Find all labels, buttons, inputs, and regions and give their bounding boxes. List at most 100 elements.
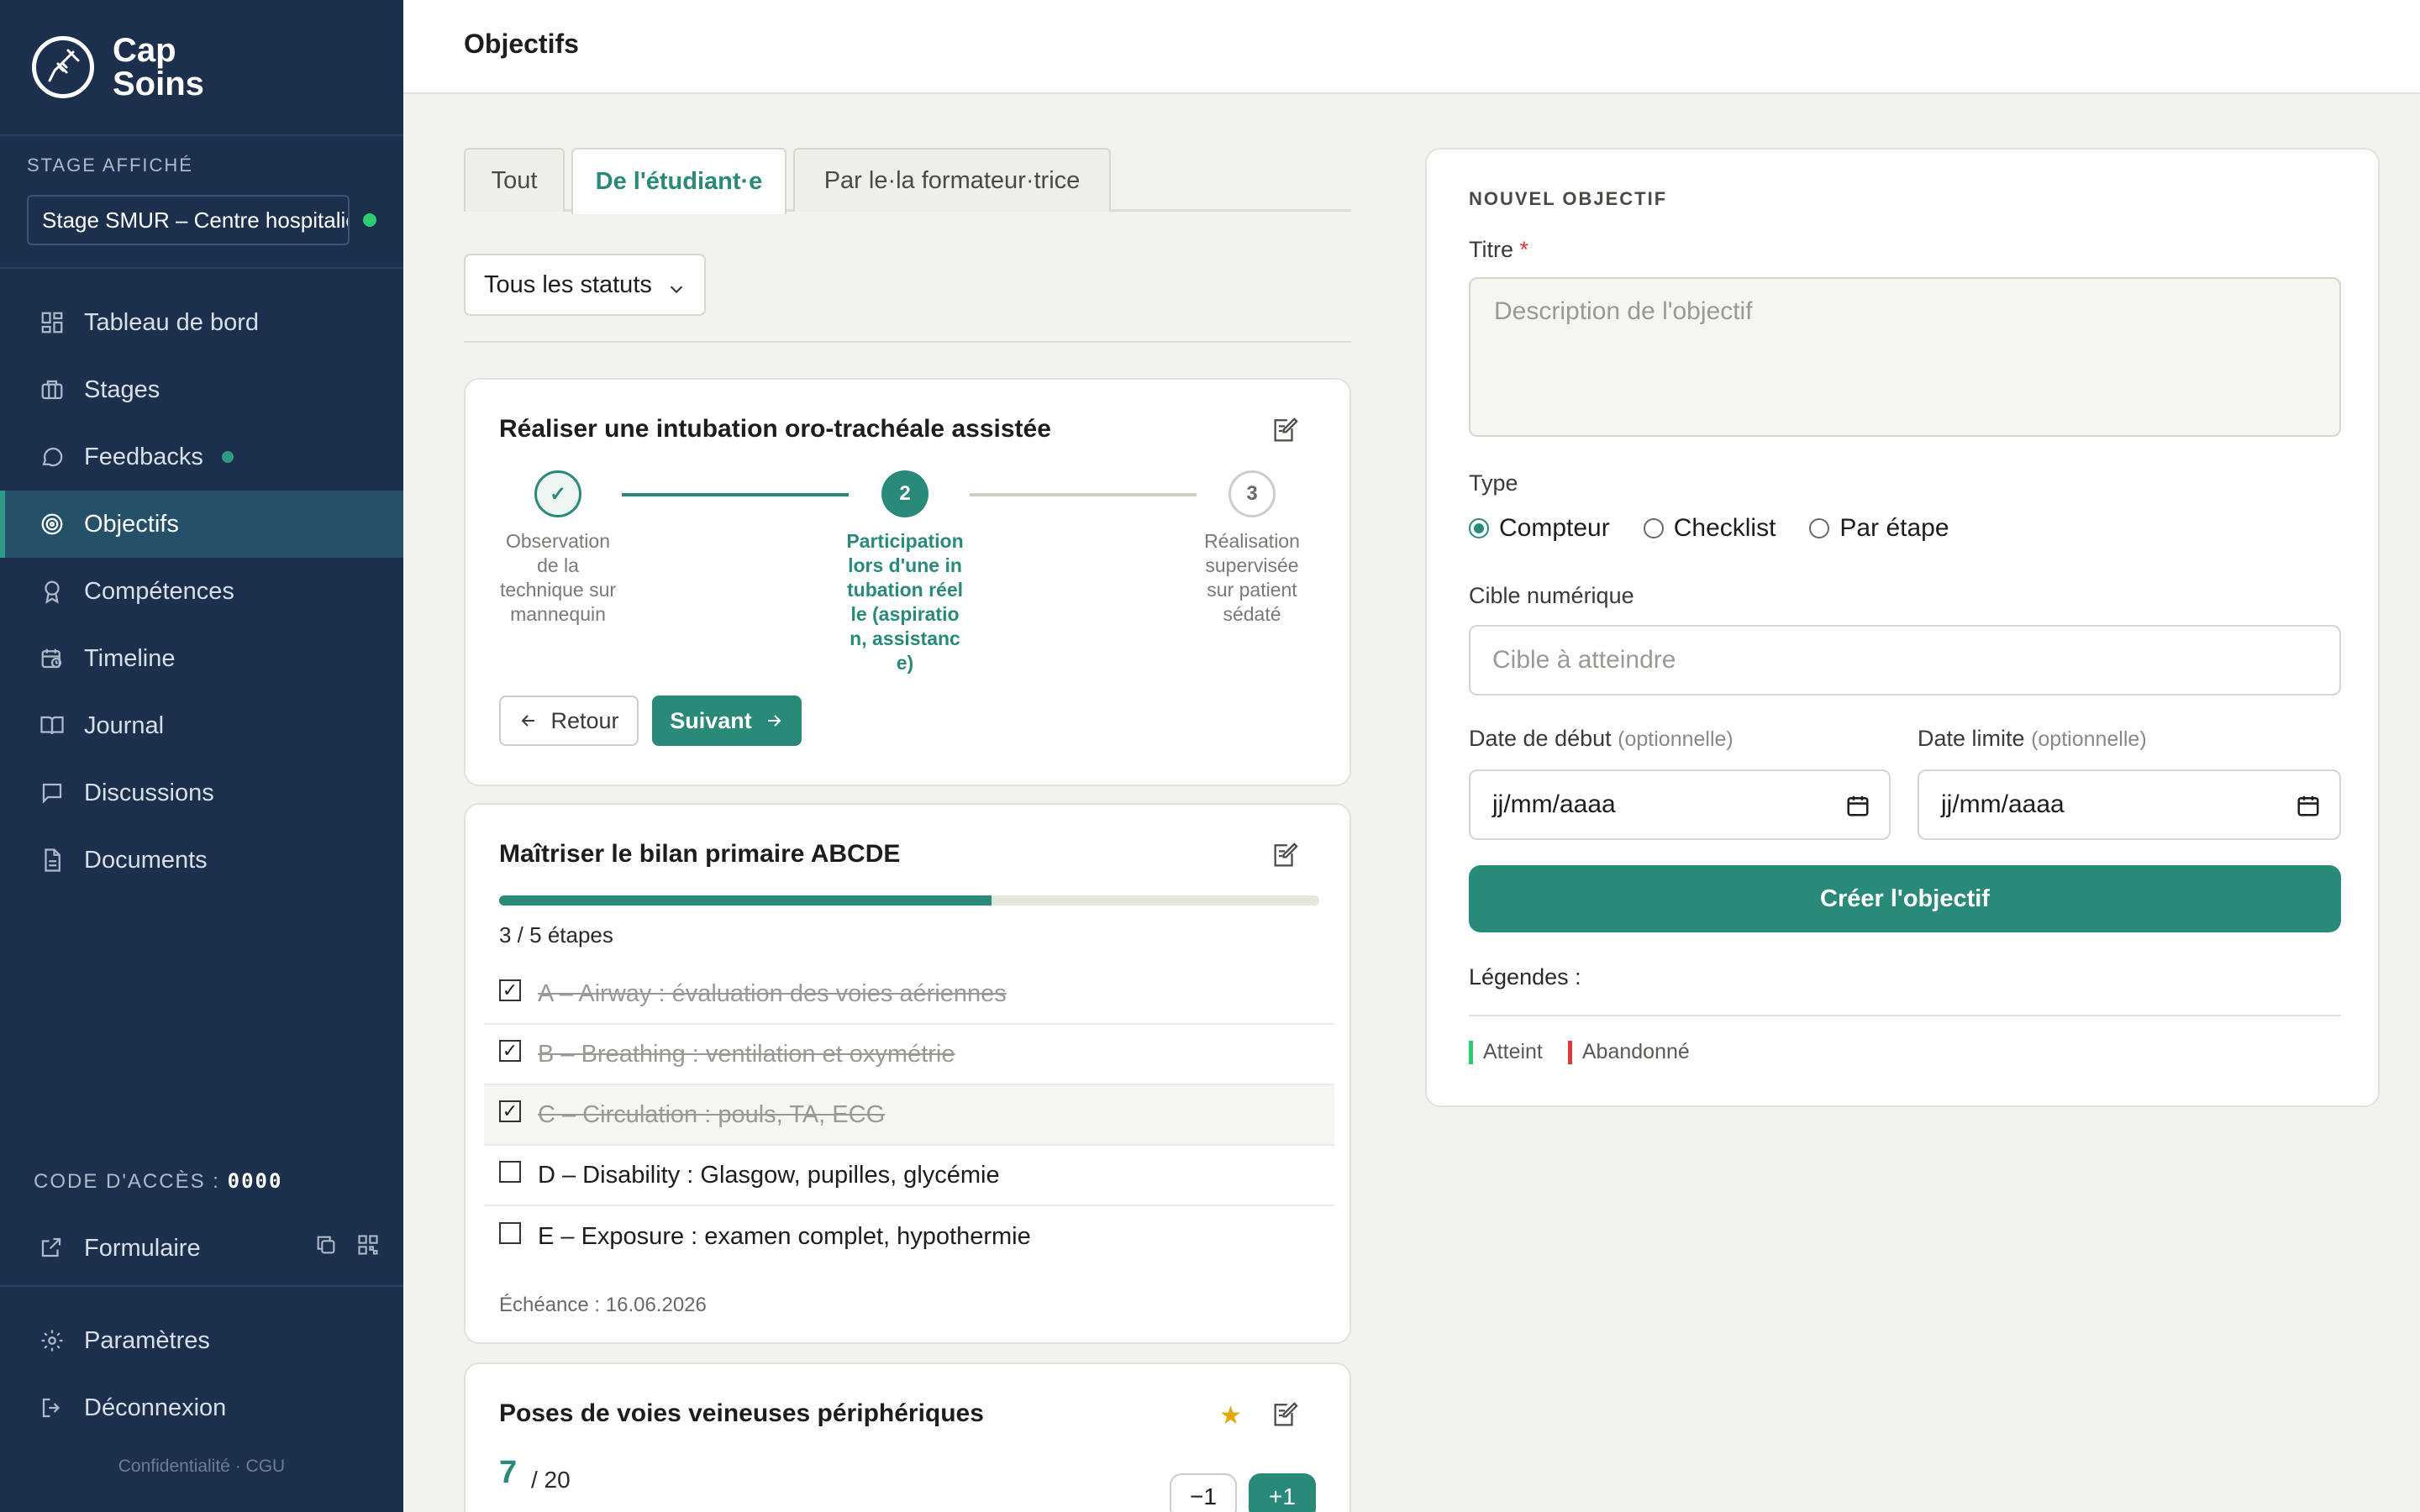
checklist-item[interactable]: ✓ C – Circulation : pouls, TA, ECG — [484, 1085, 1334, 1146]
progress-bar — [499, 895, 1319, 906]
access-code-value: 0000 — [227, 1169, 283, 1193]
arrow-left-icon — [522, 715, 535, 727]
step-circle: ✓ — [534, 470, 581, 517]
access-code: CODE D'ACCÈS : 0000 — [34, 1169, 282, 1194]
end-date-label-text: Date limite — [1918, 726, 2025, 751]
qr-code-icon[interactable] — [356, 1233, 380, 1263]
stage-active-dot — [363, 213, 376, 227]
gear-icon — [39, 1327, 66, 1354]
step-circle: 2 — [881, 470, 929, 517]
back-label: Retour — [550, 707, 619, 733]
checkbox-unchecked-icon — [499, 1222, 521, 1244]
checklist: ✓ A – Airway : évaluation des voies aérie… — [484, 964, 1334, 1267]
brand-line1: Cap — [113, 32, 176, 69]
objective-title: Poses de voies veineuses périphériques — [499, 1399, 984, 1427]
nav-item-feedbacks[interactable]: Feedbacks — [0, 423, 403, 491]
nav-item-logout[interactable]: Déconnexion — [0, 1374, 403, 1441]
tab-tout[interactable]: Tout — [464, 148, 565, 212]
next-label: Suivant — [670, 707, 752, 733]
checklist-item-text: D – Disability : Glasgow, pupilles, glyc… — [538, 1161, 1000, 1189]
type-label: Type — [1469, 470, 1518, 496]
form-link[interactable]: Formulaire — [0, 1215, 403, 1282]
brand[interactable]: Cap Soins — [32, 34, 204, 101]
checklist-item[interactable]: D – Disability : Glasgow, pupilles, glyc… — [484, 1146, 1334, 1206]
optional-hint: (optionnelle) — [2031, 727, 2147, 751]
step-3[interactable]: 3 Réalisation supervisée sur patient séd… — [1193, 470, 1311, 627]
calendar-icon[interactable] — [2296, 793, 2321, 825]
checkbox-checked-icon: ✓ — [499, 1040, 521, 1062]
status-filter-select[interactable]: Tous les statuts — [464, 254, 706, 316]
tab-etudiant[interactable]: De l'étudiant·e — [571, 148, 786, 214]
legend-item-abandonne: Abandonné — [1567, 1040, 1690, 1064]
nav-item-timeline[interactable]: Timeline — [0, 625, 403, 692]
increment-button[interactable]: +1 — [1249, 1473, 1316, 1512]
nav-label: Discussions — [84, 779, 214, 806]
copy-icon[interactable] — [314, 1233, 338, 1263]
radio-unselected-icon — [1643, 518, 1664, 538]
external-link-icon — [39, 1235, 66, 1262]
radio-par-etape[interactable]: Par étape — [1809, 514, 1949, 543]
nav-item-dashboard[interactable]: Tableau de bord — [0, 289, 403, 356]
title-textarea[interactable] — [1469, 277, 2341, 437]
checklist-item-text: C – Circulation : pouls, TA, ECG — [538, 1100, 886, 1128]
nav-label: Objectifs — [84, 510, 179, 538]
counter-target: / 20 — [531, 1467, 571, 1493]
radio-compteur[interactable]: Compteur — [1469, 514, 1610, 543]
brand-name: Cap Soins — [113, 34, 204, 101]
nav-item-competences[interactable]: Compétences — [0, 558, 403, 625]
edit-icon[interactable] — [1270, 417, 1301, 447]
calendar-icon[interactable] — [1845, 793, 1870, 825]
brand-line2: Soins — [113, 66, 204, 102]
sidebar: Cap Soins STAGE AFFICHÉ Stage SMUR – Cen… — [0, 0, 403, 1512]
star-icon[interactable]: ★ — [1219, 1401, 1242, 1431]
message-square-icon — [39, 780, 66, 806]
stethoscope-logo-icon — [32, 36, 94, 98]
book-icon — [39, 712, 66, 739]
nav-item-documents[interactable]: Documents — [0, 827, 403, 894]
step-2[interactable]: 2 Participation lors d'une intubation ré… — [846, 470, 964, 675]
privacy-link[interactable]: Confidentialité — [118, 1457, 230, 1476]
step-1[interactable]: ✓ Observation de la technique sur manneq… — [499, 470, 617, 627]
create-objective-button[interactable]: Créer l'objectif — [1469, 865, 2341, 932]
edit-icon[interactable] — [1270, 842, 1301, 872]
checklist-item[interactable]: E – Exposure : examen complet, hypotherm… — [484, 1206, 1334, 1267]
terms-link[interactable]: CGU — [246, 1457, 286, 1476]
checklist-item[interactable]: ✓ B – Breathing : ventilation et oxymétri… — [484, 1025, 1334, 1085]
decrement-button[interactable]: −1 — [1170, 1473, 1237, 1512]
notification-dot — [221, 451, 234, 463]
bottom-nav: Paramètres Déconnexion — [0, 1307, 403, 1441]
step-connector — [970, 493, 1197, 496]
radio-checklist[interactable]: Checklist — [1643, 514, 1776, 543]
edit-icon[interactable] — [1270, 1401, 1301, 1431]
back-button[interactable]: Retour — [499, 696, 639, 746]
end-date-input[interactable]: jj/mm/aaaa — [1918, 769, 2341, 840]
nav-item-journal[interactable]: Journal — [0, 692, 403, 759]
date-value: jj/mm/aaaa — [1941, 790, 2065, 818]
stage-select[interactable]: Stage SMUR – Centre hospitalier — [27, 195, 350, 245]
due-date: Échéance : 16.06.2026 — [499, 1294, 707, 1316]
start-date-input[interactable]: jj/mm/aaaa — [1469, 769, 1891, 840]
legend-swatch — [1469, 1040, 1473, 1064]
chevron-down-icon — [667, 277, 686, 305]
nav-item-objectifs[interactable]: Objectifs — [0, 491, 403, 558]
legend-label: Légendes : — [1469, 964, 1581, 990]
step-label: Observation de la technique sur mannequi… — [499, 530, 617, 625]
next-button[interactable]: Suivant — [652, 696, 802, 746]
tab-formateur[interactable]: Par le·la formateur·trice — [793, 148, 1111, 212]
nav-label: Tableau de bord — [84, 308, 259, 336]
nav-item-stages[interactable]: Stages — [0, 356, 403, 423]
legal-links: Confidentialité · CGU — [0, 1457, 403, 1477]
nav-label: Déconnexion — [84, 1394, 227, 1421]
optional-hint: (optionnelle) — [1618, 727, 1733, 751]
nav-label: Documents — [84, 846, 208, 874]
briefcase-icon — [39, 376, 66, 403]
checklist-item[interactable]: ✓ A – Airway : évaluation des voies aérie… — [484, 964, 1334, 1025]
divider — [0, 134, 403, 136]
nav-item-settings[interactable]: Paramètres — [0, 1307, 403, 1374]
new-objective-panel: NOUVEL OBJECTIF Titre * Type Compteur Ch… — [1425, 148, 2380, 1107]
nav-item-discussions[interactable]: Discussions — [0, 759, 403, 827]
target-input[interactable]: Cible à atteindre — [1469, 625, 2341, 696]
legal-separator: · — [234, 1457, 241, 1476]
step-circle: 3 — [1228, 470, 1276, 517]
checklist-item-text: E – Exposure : examen complet, hypotherm… — [538, 1222, 1031, 1250]
